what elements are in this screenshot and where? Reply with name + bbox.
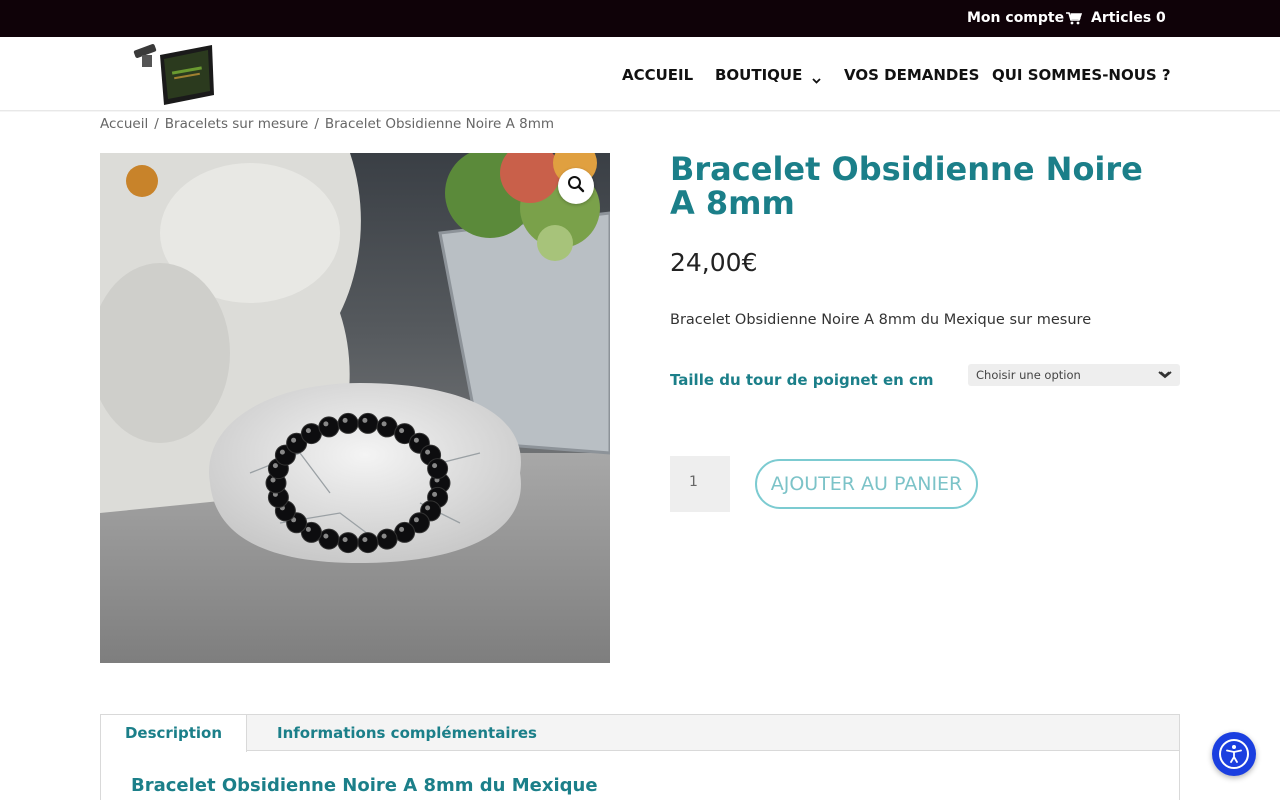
bead — [337, 532, 359, 554]
bead — [394, 521, 416, 543]
bead-highlight — [425, 449, 431, 455]
bead-highlight — [362, 417, 368, 423]
product-title: Bracelet Obsidienne Noire A 8mm — [670, 150, 1143, 222]
nav-qui-sommes-nous[interactable]: QUI SOMMES-NOUS ? — [992, 66, 1171, 84]
bead-highlight — [305, 428, 311, 434]
bead-highlight — [399, 428, 405, 434]
nav-accueil[interactable]: ACCUEIL — [622, 66, 693, 84]
account-link[interactable]: Mon compte — [967, 10, 1064, 26]
variation-label: Taille du tour de poignet en cm — [670, 371, 934, 389]
accessibility-button[interactable] — [1212, 732, 1256, 776]
zoom-button[interactable] — [558, 168, 594, 204]
add-to-cart-button[interactable]: AJOUTER AU PANIER — [755, 459, 978, 509]
magnifier-icon — [567, 175, 585, 197]
bead — [318, 416, 340, 438]
bead-highlight — [272, 463, 278, 469]
cart-count-label: Articles 0 — [1091, 10, 1166, 26]
wrist-size-select[interactable]: Choisir une option — [968, 364, 1180, 386]
description-heading: Bracelet Obsidienne Noire A 8mm du Mexiq… — [131, 775, 598, 796]
bead — [357, 532, 379, 554]
breadcrumb-home[interactable]: Accueil — [100, 116, 148, 132]
bead-highlight — [342, 537, 348, 543]
bead — [376, 528, 398, 550]
bead — [427, 458, 449, 480]
nav-boutique[interactable]: BOUTIQUE — [715, 66, 821, 84]
bead-highlight — [362, 537, 368, 543]
bead-highlight — [432, 463, 438, 469]
breadcrumb-separator: / — [154, 116, 159, 132]
breadcrumb-category[interactable]: Bracelets sur mesure — [165, 116, 309, 132]
bead-highlight — [279, 449, 285, 455]
chevron-down-icon — [812, 71, 821, 84]
chevron-down-icon — [1158, 368, 1172, 382]
bead-highlight — [413, 437, 419, 443]
bead-highlight — [323, 421, 329, 427]
bead-highlight — [291, 437, 297, 443]
quantity-input[interactable]: 1 — [670, 456, 730, 512]
product-tabs: Description Informations complémentaires… — [100, 714, 1180, 800]
cart-icon — [1066, 11, 1083, 25]
bead-highlight — [323, 533, 329, 539]
nav-boutique-label: BOUTIQUE — [715, 66, 803, 84]
bead-highlight — [432, 491, 438, 497]
logo-icon[interactable] — [130, 41, 220, 107]
breadcrumb-current: Bracelet Obsidienne Noire A 8mm — [324, 116, 555, 132]
bead — [376, 416, 398, 438]
bead-highlight — [425, 505, 431, 511]
tab-informations-complementaires[interactable]: Informations complémentaires — [277, 715, 537, 752]
top-bar: Mon compte Articles 0 — [0, 0, 1280, 37]
bead-highlight — [381, 421, 387, 427]
bead-highlight — [413, 517, 419, 523]
nav-vos-demandes[interactable]: VOS DEMANDES — [844, 66, 979, 84]
product-image[interactable] — [100, 153, 610, 663]
tab-description[interactable]: Description — [101, 715, 247, 752]
product-photo — [100, 153, 610, 663]
product-short-description: Bracelet Obsidienne Noire A 8mm du Mexiq… — [670, 312, 1092, 328]
bead-highlight — [399, 526, 405, 532]
breadcrumb-separator: / — [314, 116, 319, 132]
tabs-bar — [101, 715, 1179, 751]
bead-highlight — [381, 533, 387, 539]
bead-highlight — [342, 417, 348, 423]
product-price: 24,00€ — [670, 248, 758, 277]
bead — [337, 412, 359, 434]
bead-highlight — [305, 526, 311, 532]
accessibility-icon — [1219, 739, 1249, 769]
bead — [357, 412, 379, 434]
breadcrumb: Accueil / Bracelets sur mesure / Bracelet Ob… — [100, 116, 554, 132]
bead — [318, 528, 340, 550]
bead — [300, 423, 322, 445]
select-value: Choisir une option — [976, 368, 1081, 382]
site-header: ACCUEIL BOUTIQUE VOS DEMANDES QUI SOMMES… — [0, 37, 1280, 111]
cart-link[interactable]: Articles 0 — [1066, 10, 1166, 26]
